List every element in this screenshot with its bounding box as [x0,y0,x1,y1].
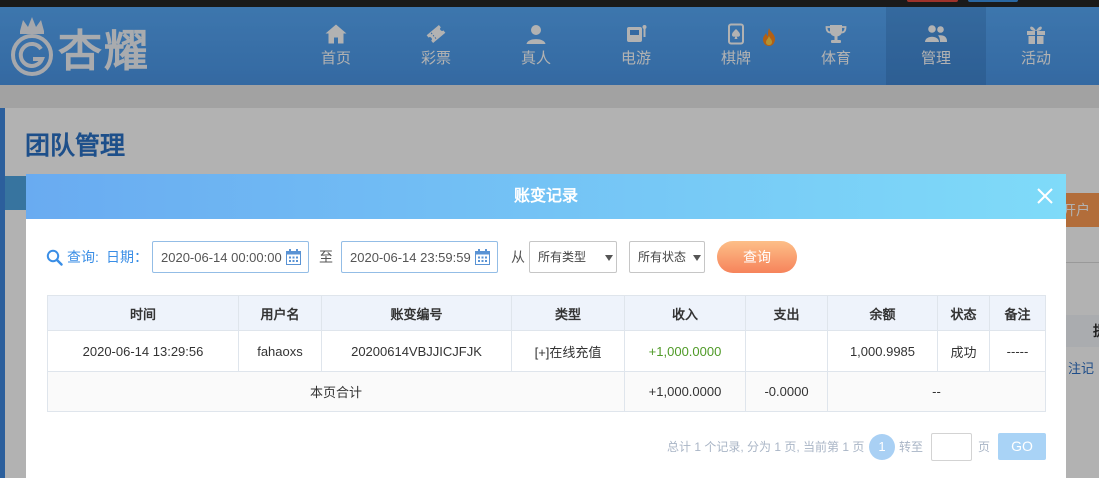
goto-label: 转至 [899,440,924,454]
go-button[interactable]: GO [998,433,1046,460]
goto-page-input[interactable] [931,433,972,461]
cell-type: [+]在线充值 [511,330,625,372]
column-header: 余额 [827,295,938,331]
column-header: 类型 [511,295,625,331]
query-label: 查询: [67,249,99,265]
page-total-income: +1,000.0000 [624,371,746,412]
search-icon [46,249,63,266]
cell-status: 成功 [937,330,990,372]
calendar-icon[interactable] [286,249,301,265]
pagination-summary: 总计 1 个记录, 分为 1 页, 当前第 1 页 [667,440,865,454]
page-total-label: 本页合计 [47,371,625,412]
column-header: 状态 [937,295,990,331]
date-label: 日期： [106,249,148,265]
transaction-record-modal: 账变记录 查询: 日期： 至 从 所有类型 所有状态 查询 [26,174,1066,478]
page-number-current[interactable]: 1 [869,434,895,460]
modal-title: 账变记录 [513,188,578,205]
cell-username: fahaoxs [238,330,322,372]
calendar-icon[interactable] [475,249,490,265]
column-header: 备注 [989,295,1046,331]
cell-remark: ----- [989,330,1046,372]
column-header: 时间 [47,295,239,331]
cell-balance: 1,000.9985 [827,330,938,372]
status-filter-value: 所有状态 [638,250,687,264]
page-total-row: 本页合计 +1,000.0000 -0.0000 -- [47,371,1046,412]
column-header: 支出 [745,295,828,331]
status-filter-select[interactable]: 所有状态 [629,241,705,273]
chevron-down-icon [693,255,701,261]
cell-expense [745,330,828,372]
table-header-row: 时间 用户名 账变编号 类型 收入 支出 余额 状态 备注 [47,295,1046,331]
page-total-balance: -- [827,371,1046,412]
transaction-table: 时间 用户名 账变编号 类型 收入 支出 余额 状态 备注 2020-06-14… [47,295,1046,412]
page-unit-label: 页 [978,440,991,454]
page-total-expense: -0.0000 [745,371,828,412]
range-separator: 至 [319,249,333,265]
cell-income: +1,000.0000 [624,330,746,372]
table-row: 2020-06-14 13:29:56 fahaoxs 20200614VBJJ… [47,330,1046,372]
type-filter-select[interactable]: 所有类型 [529,241,617,273]
column-header: 收入 [624,295,746,331]
type-filter-value: 所有类型 [538,250,587,264]
cell-time: 2020-06-14 13:29:56 [47,330,239,372]
chevron-down-icon [605,255,613,261]
column-header: 用户名 [238,295,322,331]
modal-header: 账变记录 [26,174,1066,219]
close-icon[interactable] [1036,187,1054,205]
cell-serial-no: 20200614VBJJICJFJK [321,330,512,372]
from-label: 从 [511,249,525,265]
column-header: 账变编号 [321,295,512,331]
query-button[interactable]: 查询 [717,241,797,273]
